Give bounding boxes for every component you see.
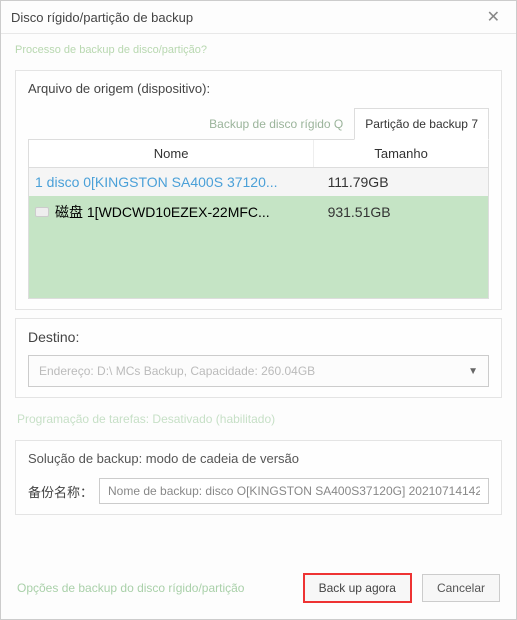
breadcrumb[interactable]: Processo de backup de disco/partição? xyxy=(1,34,516,62)
source-table: Nome Tamanho 1 disco 0[KINGSTON SA400S 3… xyxy=(28,139,489,299)
backup-name-label: 备份名称： xyxy=(28,482,93,501)
source-label: Arquivo de origem (dispositivo): xyxy=(28,81,489,96)
titlebar: Disco rígido/partição de backup ✕ xyxy=(1,1,516,34)
tab-partition-backup[interactable]: Partição de backup 7 xyxy=(354,108,489,140)
destination-label: Destino: xyxy=(28,329,489,345)
disk-name-text: 磁盘 1[WDCWD10EZEX-22MFC... xyxy=(55,202,270,222)
cell-name: 磁盘 1[WDCWD10EZEX-22MFC... xyxy=(35,202,298,222)
source-panel: Arquivo de origem (dispositivo): Backup … xyxy=(15,70,502,310)
schedule-link[interactable]: Programação de tarefas: Desativado (habi… xyxy=(1,406,516,432)
destination-panel: Destino: Endereço: D:\ MCs Backup, Capac… xyxy=(15,318,502,398)
backup-now-button[interactable]: Back up agora xyxy=(303,573,412,603)
close-icon[interactable]: ✕ xyxy=(481,7,506,27)
destination-select[interactable]: Endereço: D:\ MCs Backup, Capacidade: 26… xyxy=(28,355,489,387)
backup-name-row: 备份名称： xyxy=(28,478,489,504)
cell-size: 931.51GB xyxy=(298,204,482,220)
table-row[interactable]: 1 disco 0[KINGSTON SA400S 37120... 111.7… xyxy=(29,168,488,196)
table-header: Nome Tamanho xyxy=(29,140,488,168)
chevron-down-icon: ▼ xyxy=(468,366,478,377)
solution-panel: Solução de backup: modo de cadeia de ver… xyxy=(15,440,502,515)
backup-name-input[interactable] xyxy=(99,478,489,504)
table-body: 1 disco 0[KINGSTON SA400S 37120... 111.7… xyxy=(29,168,488,298)
cell-size: 111.79GB xyxy=(298,174,482,190)
destination-value: Endereço: D:\ MCs Backup, Capacidade: 26… xyxy=(39,364,315,378)
cell-name: 1 disco 0[KINGSTON SA400S 37120... xyxy=(35,174,298,190)
cancel-button[interactable]: Cancelar xyxy=(422,574,500,602)
col-size: Tamanho xyxy=(314,140,488,167)
solution-text: Solução de backup: modo de cadeia de ver… xyxy=(28,451,489,466)
col-name: Nome xyxy=(29,140,314,167)
options-link[interactable]: Opções de backup do disco rígido/partiçã… xyxy=(17,581,244,595)
tab-disk-backup[interactable]: Backup de disco rígido Q xyxy=(198,108,354,140)
footer-buttons: Back up agora Cancelar xyxy=(303,573,500,603)
disk-icon xyxy=(35,207,49,217)
dialog-window: Disco rígido/partição de backup ✕ Proces… xyxy=(0,0,517,620)
disk-name-text: 1 disco 0[KINGSTON SA400S 37120... xyxy=(35,174,278,190)
window-title: Disco rígido/partição de backup xyxy=(11,10,193,25)
footer: Opções de backup do disco rígido/partiçã… xyxy=(1,563,516,619)
table-row[interactable]: 磁盘 1[WDCWD10EZEX-22MFC... 931.51GB xyxy=(29,196,488,228)
source-tabs: Backup de disco rígido Q Partição de bac… xyxy=(28,108,489,140)
